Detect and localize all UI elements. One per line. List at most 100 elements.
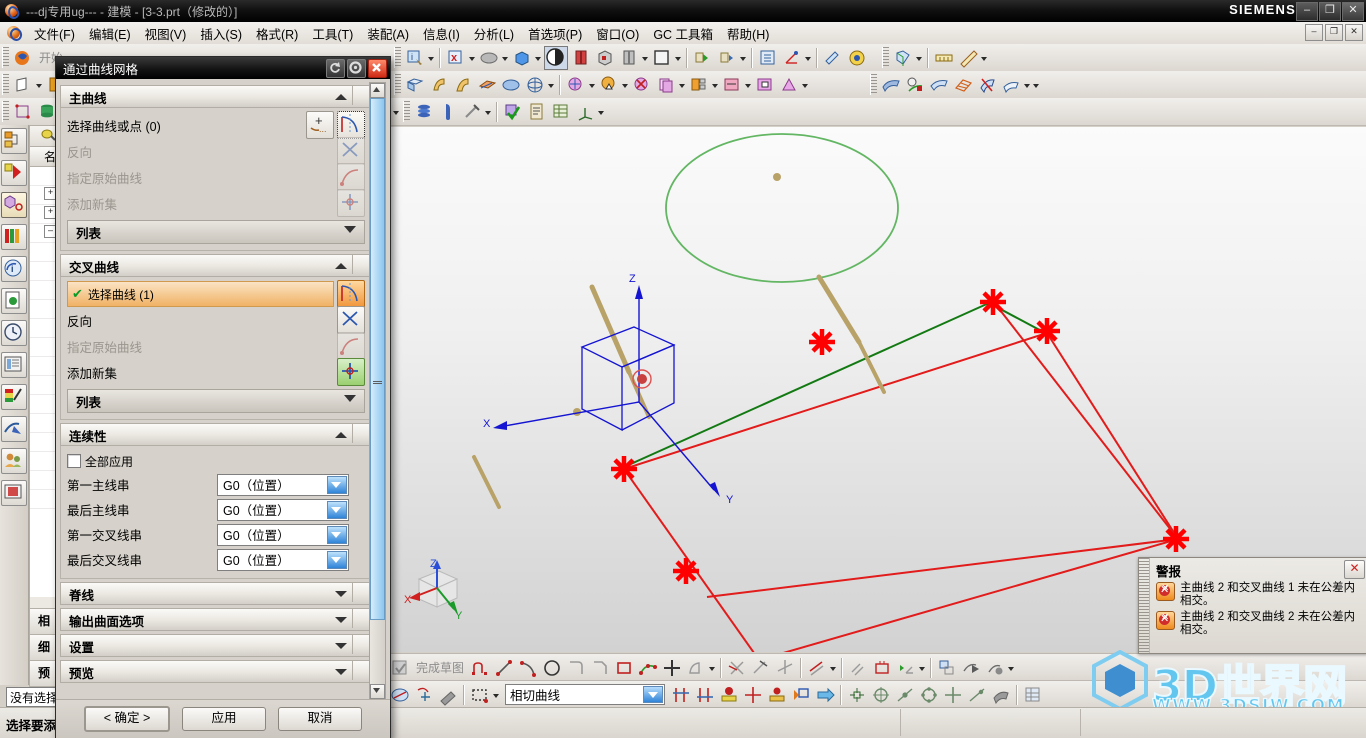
background-color-icon[interactable] — [651, 47, 673, 69]
shaded-view-icon[interactable] — [478, 47, 500, 69]
window-close-button[interactable]: ✕ — [1342, 2, 1364, 21]
snap-point-on-curve-icon[interactable] — [966, 684, 988, 706]
chevron-down-icon[interactable] — [744, 74, 753, 96]
move-to-layer-icon[interactable] — [692, 47, 714, 69]
new-sketch-icon[interactable] — [12, 74, 34, 96]
sketch-relations-icon[interactable] — [984, 657, 1006, 679]
apply-all-checkbox-row[interactable]: 全部应用 — [67, 450, 365, 472]
finish-sketch-icon[interactable] — [389, 657, 411, 679]
ok-button[interactable]: < 确定 > — [84, 706, 170, 732]
toolbar-grip[interactable] — [2, 101, 9, 122]
face-rule-icon[interactable] — [718, 684, 740, 706]
toolbar-grip[interactable] — [2, 47, 9, 68]
chevron-down-icon[interactable] — [501, 47, 510, 69]
wcs-dynamics-icon[interactable] — [413, 684, 435, 706]
window-restore-button[interactable]: ❐ — [1319, 2, 1341, 21]
through-curve-mesh-dialog[interactable]: 通过曲线网格 主曲线 选择曲线或点 (0) + ... 反向 指定原始曲线 添加… — [55, 56, 391, 738]
chevron-down-icon[interactable] — [333, 586, 349, 600]
snap-center-icon[interactable] — [870, 684, 892, 706]
system-visualization-icon[interactable] — [1, 384, 27, 410]
last-cross-continuity-dropdown[interactable]: G0（位置） — [217, 548, 349, 571]
measure-angle-icon[interactable] — [957, 47, 979, 69]
menu-item-window[interactable]: 窗口(O) — [589, 22, 646, 45]
first-cross-continuity-dropdown[interactable]: G0（位置） — [217, 523, 349, 546]
toolbar-grip[interactable] — [394, 47, 401, 68]
move-object-icon[interactable] — [565, 74, 587, 96]
system-materials-icon[interactable] — [1, 352, 27, 378]
roles-icon[interactable] — [1, 448, 27, 474]
row-select-curve-or-point[interactable]: 选择曲线或点 (0) +... — [67, 111, 365, 139]
window-minimize-button[interactable]: – — [1296, 2, 1318, 21]
snap-settings-icon[interactable] — [437, 684, 459, 706]
chevron-down-icon[interactable] — [327, 550, 347, 569]
spreadsheet-icon[interactable] — [550, 101, 572, 123]
geometric-constraint-icon[interactable] — [871, 657, 893, 679]
trim-body-icon[interactable] — [598, 74, 620, 96]
dialog-scrollbar[interactable] — [369, 82, 386, 700]
row-select-curve[interactable]: ✔ 选择曲线 (1) — [67, 280, 365, 308]
chevron-down-icon[interactable] — [427, 47, 436, 69]
feature-tool-icon[interactable] — [437, 101, 459, 123]
dialog-options-button[interactable] — [347, 59, 366, 78]
fillet-icon[interactable] — [565, 657, 587, 679]
snap-midpoint-icon[interactable] — [894, 684, 916, 706]
offset-curve-icon[interactable] — [685, 657, 707, 679]
ruled-surface-icon[interactable] — [500, 74, 522, 96]
cross-curves-list[interactable]: 列表 — [67, 389, 365, 413]
expression-icon[interactable] — [526, 101, 548, 123]
chevron-down-icon[interactable] — [1007, 657, 1016, 679]
sweep-icon[interactable] — [452, 74, 474, 96]
apply-button[interactable]: 应用 — [182, 707, 266, 731]
add-new-set-icon[interactable] — [337, 358, 365, 386]
point-icon[interactable] — [661, 657, 683, 679]
delete-face-icon[interactable] — [631, 74, 653, 96]
last-primary-continuity-dropdown[interactable]: G0（位置） — [217, 498, 349, 521]
chevron-down-icon[interactable] — [327, 500, 347, 519]
layers-stack-icon[interactable] — [413, 101, 435, 123]
quick-extend-icon[interactable] — [750, 657, 772, 679]
toolbar-grip[interactable] — [870, 74, 877, 95]
stop-at-intersection-icon[interactable] — [670, 684, 692, 706]
chevron-down-icon[interactable] — [804, 47, 813, 69]
chevron-down-icon[interactable] — [597, 101, 606, 123]
wcs-display-icon[interactable]: x — [445, 47, 467, 69]
resize-face-icon[interactable] — [721, 74, 743, 96]
first-primary-continuity-dropdown[interactable]: G0（位置） — [217, 473, 349, 496]
chevron-down-icon[interactable] — [333, 612, 349, 626]
chevron-up-icon[interactable] — [333, 427, 349, 441]
chevron-down-icon[interactable] — [1023, 74, 1032, 96]
taper-face-icon[interactable] — [778, 74, 800, 96]
navigator-filter-icon[interactable] — [40, 127, 56, 146]
chevron-down-icon[interactable] — [333, 638, 349, 652]
chevron-down-icon[interactable] — [344, 395, 356, 402]
warning-popup-grip[interactable] — [1139, 558, 1150, 653]
menu-item-tools[interactable]: 工具(T) — [305, 22, 360, 45]
start-menu-icon[interactable] — [12, 47, 34, 69]
scroll-up-arrow-icon[interactable] — [370, 83, 385, 98]
curve-rule-dropdown[interactable]: 相切曲线 — [505, 684, 665, 705]
history-clock-icon[interactable] — [1, 320, 27, 346]
front-view-icon[interactable] — [570, 47, 592, 69]
view-style-icon[interactable] — [618, 47, 640, 69]
assembly-navigator-icon[interactable] — [1, 128, 27, 154]
primary-curves-list[interactable]: 列表 — [67, 220, 365, 244]
group-header-preview[interactable]: 预览 — [60, 660, 372, 683]
chevron-down-icon[interactable] — [588, 74, 597, 96]
add-point-icon[interactable]: +... — [306, 111, 334, 139]
select-curve-active-bar[interactable]: ✔ 选择曲线 (1) — [67, 281, 334, 307]
menu-item-analysis[interactable]: 分析(L) — [467, 22, 521, 45]
chevron-down-icon[interactable] — [739, 47, 748, 69]
quick-trim-icon[interactable] — [726, 657, 748, 679]
history-palette-icon[interactable] — [1, 288, 27, 314]
through-curve-mesh-icon[interactable] — [476, 74, 498, 96]
follow-fillet-icon[interactable] — [694, 684, 716, 706]
chevron-down-icon[interactable] — [534, 47, 543, 69]
sheet-body-icon[interactable] — [1000, 74, 1022, 96]
chevron-down-icon[interactable] — [1032, 74, 1041, 96]
mdi-minimize-button[interactable]: – — [1305, 24, 1323, 41]
scroll-down-arrow-icon[interactable] — [370, 684, 385, 699]
sketch-constraints-icon[interactable] — [936, 657, 958, 679]
check-feature-icon[interactable] — [502, 101, 524, 123]
arc-icon[interactable] — [517, 657, 539, 679]
snap-end-point-icon[interactable] — [766, 684, 788, 706]
